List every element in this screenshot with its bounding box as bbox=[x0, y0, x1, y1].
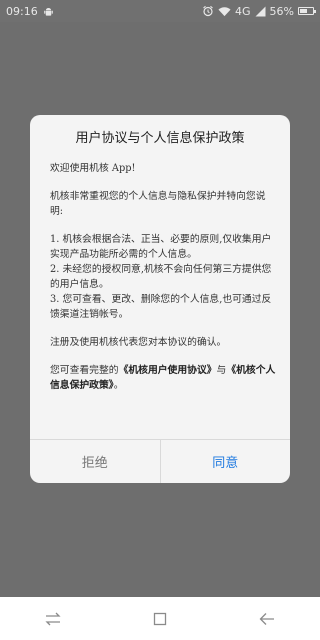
link-prefix: 您可查看完整的 bbox=[50, 365, 119, 376]
link-joiner: 与 bbox=[216, 365, 227, 376]
status-left: 09:16 bbox=[6, 5, 54, 18]
privacy-dialog: 用户协议与个人信息保护政策 欢迎使用机核 App! 机核非常重视您的个人信息与隐… bbox=[30, 115, 290, 483]
back-arrow-icon[interactable] bbox=[247, 604, 287, 634]
navigation-bar bbox=[0, 597, 320, 640]
list-item: 2. 未经您的授权同意,机核不会向任何第三方提供您的用户信息。 bbox=[50, 264, 272, 290]
intro-text: 机核非常重视您的个人信息与隐私保护并特向您说明: bbox=[50, 191, 266, 217]
greeting-text: 欢迎使用机核 App! bbox=[50, 163, 136, 174]
dialog-body: 欢迎使用机核 App! 机核非常重视您的个人信息与隐私保护并特向您说明: 1. … bbox=[50, 161, 276, 406]
battery-percent: 56% bbox=[269, 4, 294, 18]
android-robot-icon bbox=[43, 6, 54, 17]
link-suffix: 。 bbox=[113, 380, 124, 391]
square-home-icon[interactable] bbox=[140, 604, 180, 634]
links-paragraph: 您可查看完整的《机核用户使用协议》与《机核个人信息保护政策》。 bbox=[50, 363, 276, 393]
points-list: 1. 机核会根据合法、正当、必要的原则,仅收集用户实现产品功能所必需的个人信息。… bbox=[50, 232, 276, 322]
dialog-title: 用户协议与个人信息保护政策 bbox=[75, 131, 245, 146]
status-right: 4G 56% bbox=[202, 4, 316, 18]
battery-icon bbox=[298, 7, 316, 15]
status-bar: 09:16 4G 56% bbox=[0, 0, 320, 22]
battery-fill bbox=[300, 9, 307, 13]
list-item: 1. 机核会根据合法、正当、必要的原则,仅收集用户实现产品功能所必需的个人信息。 bbox=[50, 234, 272, 260]
user-agreement-link[interactable]: 《机核用户使用协议》 bbox=[119, 365, 217, 376]
wifi-icon bbox=[218, 6, 231, 17]
status-time: 09:16 bbox=[6, 4, 38, 18]
signal-icon bbox=[255, 6, 266, 17]
alarm-icon bbox=[202, 5, 214, 17]
dialog-footer: 拒绝 同意 bbox=[30, 439, 290, 483]
reject-button[interactable]: 拒绝 bbox=[30, 440, 161, 483]
list-item: 3. 您可查看、更改、删除您的个人信息,也可通过反馈渠道注销帐号。 bbox=[50, 294, 272, 320]
switch-arrows-icon[interactable] bbox=[33, 604, 73, 634]
consent-note: 注册及使用机核代表您对本协议的确认。 bbox=[50, 337, 227, 348]
network-type: 4G bbox=[235, 4, 251, 18]
agree-button[interactable]: 同意 bbox=[161, 440, 291, 483]
